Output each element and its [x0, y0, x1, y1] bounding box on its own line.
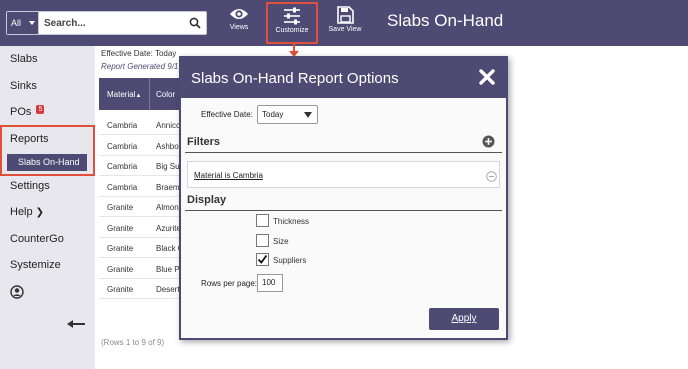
thickness-checkbox[interactable]: [256, 214, 269, 227]
cell-material: Cambria: [107, 142, 138, 151]
dialog-body: Effective Date: Today Filters Material i…: [181, 98, 506, 338]
eye-icon: [230, 9, 248, 19]
display-heading: Display: [187, 194, 227, 206]
search-button[interactable]: [184, 12, 206, 34]
sliders-icon: [284, 7, 300, 25]
search-input[interactable]: [41, 12, 187, 34]
rows-per-page-input[interactable]: 100: [257, 274, 283, 292]
sidebar-item-label: CounterGo: [10, 233, 64, 245]
sidebar-item-slabs[interactable]: Slabs: [0, 46, 95, 72]
sidebar-item-settings[interactable]: Settings: [0, 173, 95, 199]
sidebar-item-pos[interactable]: POs 5: [0, 99, 95, 125]
sidebar-item-systemize[interactable]: Systemize: [0, 252, 95, 278]
cell-material: Cambria: [107, 121, 138, 130]
views-button[interactable]: Views: [216, 3, 262, 43]
table-row: Granite Azurite: [99, 218, 189, 238]
suppliers-checkbox[interactable]: [256, 253, 269, 266]
report-options-dialog: Slabs On-Hand Report Options Effective D…: [179, 56, 508, 340]
page-title: Slabs On-Hand: [387, 11, 504, 30]
minus-circle-icon: [486, 171, 497, 182]
filters-heading: Filters: [187, 136, 221, 148]
cell-material: Granite: [107, 203, 134, 212]
sidebar-subitem-slabs-on-hand[interactable]: Slabs On-Hand: [7, 154, 87, 171]
search-scope-select[interactable]: All: [7, 12, 39, 34]
save-icon: [337, 6, 354, 24]
report-generated-text: Report Generated 9/17: [101, 62, 183, 71]
search-scope-label: All: [11, 18, 22, 28]
table-row: Granite Almond: [99, 197, 189, 217]
top-bar: All Views Customize: [0, 0, 688, 46]
filter-link[interactable]: Material is Cambria: [194, 171, 263, 180]
display-divider: [185, 210, 502, 211]
table-row: Cambria Annicca: [99, 115, 189, 135]
close-icon: [479, 69, 495, 85]
sidebar-item-countergo[interactable]: CounterGo: [0, 226, 95, 252]
sidebar: Slabs Sinks POs 5 Reports Slabs On-Hand …: [0, 46, 95, 369]
effective-date-value: Today: [262, 110, 284, 119]
collapse-sidebar-button[interactable]: [66, 316, 86, 334]
table-row: Cambria Ashbourne: [99, 136, 189, 156]
table-header: Material▲ Color: [99, 78, 189, 110]
remove-filter-button[interactable]: [486, 169, 497, 187]
plus-circle-icon: [482, 135, 495, 148]
thickness-label: Thickness: [273, 217, 310, 226]
dialog-title: Slabs On-Hand Report Options: [191, 70, 399, 87]
sidebar-item-label: Reports: [10, 133, 49, 145]
sidebar-item-help[interactable]: Help ❯: [0, 199, 95, 225]
cell-material: Granite: [107, 285, 134, 294]
dialog-header: Slabs On-Hand Report Options: [181, 58, 506, 98]
sidebar-item-reports[interactable]: Reports: [0, 127, 95, 151]
size-label: Size: [273, 237, 289, 246]
caret-down-icon: [304, 112, 312, 118]
customize-button[interactable]: Customize: [266, 2, 318, 44]
sort-asc-icon: ▲: [135, 93, 142, 99]
search-icon: [189, 17, 201, 29]
column-divider: [149, 78, 150, 110]
close-button[interactable]: [478, 68, 496, 91]
apply-button[interactable]: Apply: [429, 308, 499, 330]
table-row: Granite Blue Pearl: [99, 259, 189, 279]
column-header-color[interactable]: Color: [156, 90, 175, 99]
user-profile-button[interactable]: [10, 285, 24, 304]
user-icon: [10, 285, 24, 299]
rows-per-page-label: Rows per page:: [201, 279, 258, 288]
arrow-left-icon: [67, 320, 85, 328]
po-count-badge: 5: [36, 105, 45, 114]
sidebar-item-label: Sinks: [10, 80, 37, 92]
search-box: All: [6, 11, 207, 35]
sidebar-group-reports: Reports Slabs On-Hand: [0, 125, 95, 176]
column-header-material[interactable]: Material▲: [107, 90, 141, 99]
sidebar-item-label: Settings: [10, 180, 50, 192]
caret-down-icon: [29, 21, 35, 25]
filter-row: Material is Cambria: [187, 161, 500, 188]
save-view-button[interactable]: Save View: [322, 3, 368, 43]
customize-label: Customize: [275, 27, 309, 34]
cell-material: Granite: [107, 265, 134, 274]
rows-count-text: (Rows 1 to 9 of 9): [101, 338, 165, 347]
effective-date-label: Effective Date:: [201, 110, 253, 119]
effective-date-select[interactable]: Today: [257, 105, 318, 124]
views-label: Views: [229, 24, 249, 31]
suppliers-label: Suppliers: [273, 256, 307, 265]
cell-material: Cambria: [107, 183, 138, 192]
chevron-right-icon: ❯: [35, 207, 45, 218]
filters-divider: [185, 152, 502, 153]
sidebar-item-label: Slabs: [10, 53, 38, 65]
cell-material: Cambria: [107, 162, 138, 171]
add-filter-button[interactable]: [482, 135, 495, 153]
sidebar-item-label: Systemize: [10, 259, 61, 271]
cell-material: Granite: [107, 224, 134, 233]
sidebar-item-sinks[interactable]: Sinks: [0, 73, 95, 99]
size-checkbox[interactable]: [256, 234, 269, 247]
effective-date-text: Effective Date: Today: [101, 49, 177, 58]
checkmark-icon: [257, 254, 268, 264]
table-row: Granite Black Galaxy: [99, 238, 189, 258]
sidebar-item-label: Help: [10, 206, 33, 218]
cell-material: Granite: [107, 244, 134, 253]
save-view-label: Save View: [328, 26, 362, 33]
sidebar-item-label: POs: [10, 106, 32, 118]
table-row: Cambria Braemar: [99, 177, 189, 197]
table-row: Cambria Big Sur: [99, 156, 189, 176]
table-row: Granite Desert: [99, 279, 189, 299]
